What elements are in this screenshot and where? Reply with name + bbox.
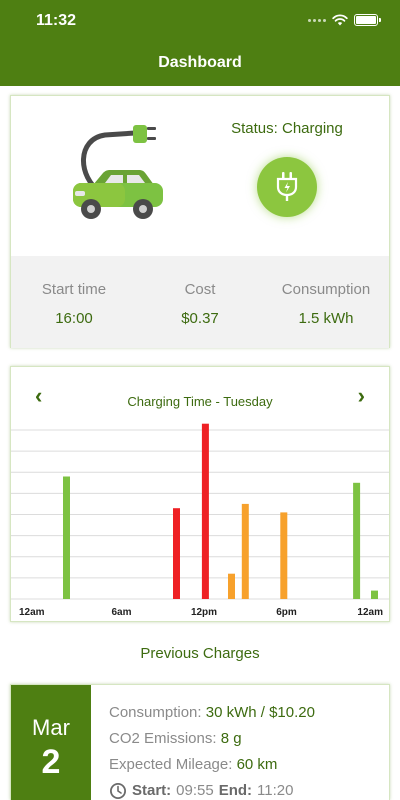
- previous-charges-title: Previous Charges: [140, 645, 260, 662]
- chevron-right-icon[interactable]: ›: [358, 383, 365, 409]
- charging-plug-button[interactable]: [257, 157, 317, 217]
- plug-icon: [276, 172, 298, 201]
- charge-month: Mar: [32, 715, 70, 740]
- battery-icon: [354, 14, 381, 26]
- stat-value: 16:00: [55, 310, 93, 327]
- co2-value: 8 g: [220, 730, 242, 747]
- stat-value: $0.37: [181, 310, 219, 327]
- consumption-value: 30 kWh / $10.20: [205, 704, 315, 721]
- wifi-icon: [332, 14, 348, 26]
- mileage-line: Expected Mileage: 60 km: [109, 752, 315, 778]
- ev-car-icon: [67, 121, 167, 226]
- end-label: End:: [218, 782, 253, 799]
- chart-bar: [353, 482, 361, 599]
- consumption-label: Consumption:: [109, 704, 202, 721]
- signal-icon: [308, 18, 326, 22]
- chart-x-tick-label: 12am: [19, 607, 45, 618]
- charge-date: Mar 2: [11, 685, 91, 800]
- stat-consumption: Consumption 1.5 kWh: [263, 256, 389, 348]
- end-value: 11:20: [257, 782, 294, 799]
- chart-bar: [371, 590, 378, 599]
- co2-line: CO2 Emissions: 8 g: [109, 726, 315, 752]
- previous-charge-item[interactable]: Mar 2 Consumption: 30 kWh / $10.20 CO2 E…: [10, 684, 390, 800]
- clock-icon: [110, 783, 126, 799]
- chart-title: Charging Time - Tuesday: [127, 394, 273, 409]
- start-label: Start:: [132, 782, 172, 799]
- stat-label: Consumption: [281, 281, 371, 298]
- chart-bar: [63, 476, 70, 599]
- app-header: 11:32 Dashboard: [0, 0, 400, 86]
- page-title: Dashboard: [158, 54, 242, 71]
- time-line: Start: 09:55 End: 11:20: [109, 778, 315, 800]
- charging-status-label: Status: Charging: [231, 120, 343, 137]
- stat-value: 1.5 kWh: [298, 310, 354, 327]
- chart-x-tick-label: 6pm: [276, 607, 297, 618]
- chart-x-tick-label: 12pm: [191, 607, 217, 618]
- charge-day: 2: [41, 743, 61, 781]
- status-time: 11:32: [36, 12, 77, 29]
- chart-bar: [241, 503, 249, 599]
- charge-details: Consumption: 30 kWh / $10.20 CO2 Emissio…: [109, 700, 315, 800]
- charge-stats: Start time 16:00 Cost $0.37 Consumption …: [11, 256, 389, 348]
- stat-label: Start time: [41, 281, 107, 298]
- mileage-label: Expected Mileage:: [109, 756, 233, 773]
- chart-x-tick-label: 6am: [111, 607, 131, 618]
- stat-cost: Cost $0.37: [137, 256, 263, 348]
- chart-x-tick-label: 12am: [357, 607, 383, 618]
- stat-start-time: Start time 16:00: [11, 256, 137, 348]
- co2-label: CO2 Emissions:: [109, 730, 217, 747]
- chart-bar: [228, 573, 235, 599]
- stat-label: Cost: [184, 281, 216, 298]
- status-bar: 11:32: [0, 0, 400, 44]
- mileage-value: 60 km: [236, 756, 278, 773]
- start-value: 09:55: [176, 782, 214, 799]
- charging-time-chart-card: 12am 6am 12pm 6pm 12am ‹ Charging Time - Tue…: [10, 366, 390, 622]
- chart-bar: [173, 508, 180, 599]
- chart-bar: [280, 512, 288, 599]
- chart-bar: [201, 423, 209, 599]
- status-icons: [308, 14, 381, 26]
- charging-status-card: Status: Charging Start time 16:00 Cost $…: [10, 95, 390, 348]
- consumption-line: Consumption: 30 kWh / $10.20: [109, 700, 315, 726]
